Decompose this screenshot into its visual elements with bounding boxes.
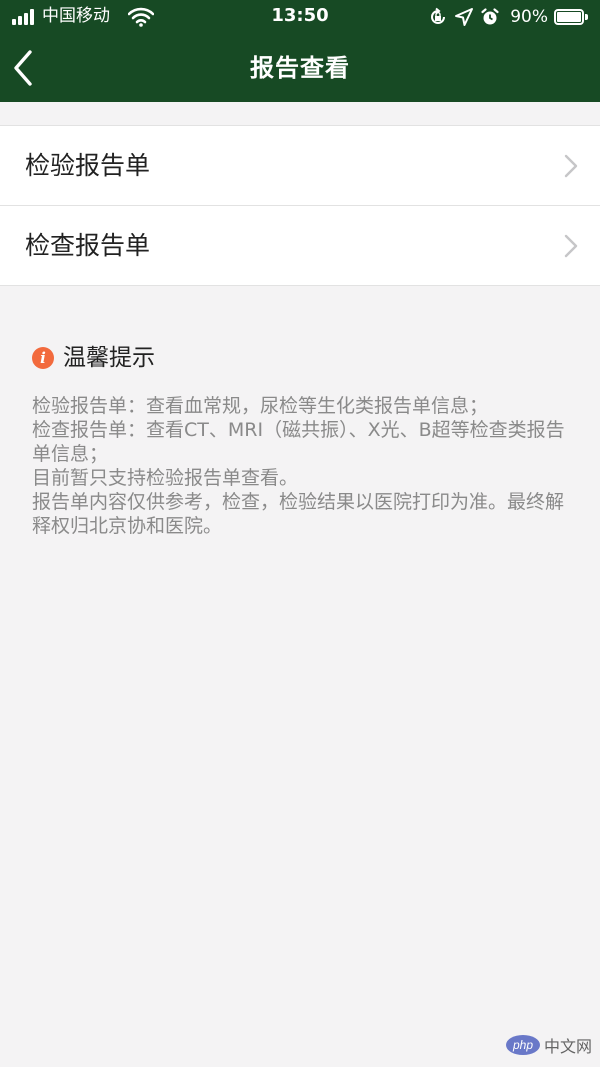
page-title: 报告查看 <box>250 54 350 82</box>
tips-title: 温馨提示 <box>63 345 155 371</box>
list-item-lab-report[interactable]: 检验报告单 <box>0 126 600 206</box>
watermark: php 中文网 <box>505 1033 592 1057</box>
location-icon <box>455 8 474 26</box>
orientation-lock-icon <box>431 7 446 24</box>
alarm-icon <box>481 8 499 25</box>
chevron-right-icon <box>564 154 578 178</box>
report-type-list: 检验报告单 检查报告单 <box>0 125 600 286</box>
battery-icon <box>554 9 588 25</box>
tips-header: i 温馨提示 <box>32 340 572 376</box>
report-view-screen: 中国移动 13:50 90% 报告查看 检验报告单 检查报告单 i 温馨提示 检… <box>0 0 600 1067</box>
list-item-exam-report[interactable]: 检查报告单 <box>0 206 600 286</box>
tip-line: 目前暂只支持检验报告单查看。 <box>32 467 299 489</box>
watermark-logo: php <box>505 1035 540 1055</box>
tip-line: 报告单内容仅供参考，检查，检验结果以医院打印为准。最终解释权归北京协和医院。 <box>32 491 565 537</box>
header: 中国移动 13:50 90% 报告查看 <box>0 0 600 102</box>
tip-line: 检验报告单：查看血常规，尿检等生化类报告单信息； <box>32 395 489 417</box>
tip-line: 检查报告单：查看CT、MRI（磁共振）、X光、B超等检查类报告单信息； <box>32 419 565 465</box>
tips-body: 检验报告单：查看血常规，尿检等生化类报告单信息； 检查报告单：查看CT、MRI（… <box>32 394 572 538</box>
chevron-right-icon <box>564 234 578 258</box>
info-icon: i <box>32 347 54 369</box>
status-icons: 90% <box>422 6 588 28</box>
list-item-label: 检查报告单 <box>25 231 151 260</box>
battery-percentage: 90% <box>510 7 548 27</box>
list-item-label: 检验报告单 <box>25 151 151 180</box>
watermark-text: 中文网 <box>543 1037 592 1056</box>
tips-section: i 温馨提示 检验报告单：查看血常规，尿检等生化类报告单信息； 检查报告单：查看… <box>32 340 572 538</box>
nav-bar: 报告查看 <box>0 34 600 102</box>
status-bar: 中国移动 13:50 90% <box>0 0 600 34</box>
